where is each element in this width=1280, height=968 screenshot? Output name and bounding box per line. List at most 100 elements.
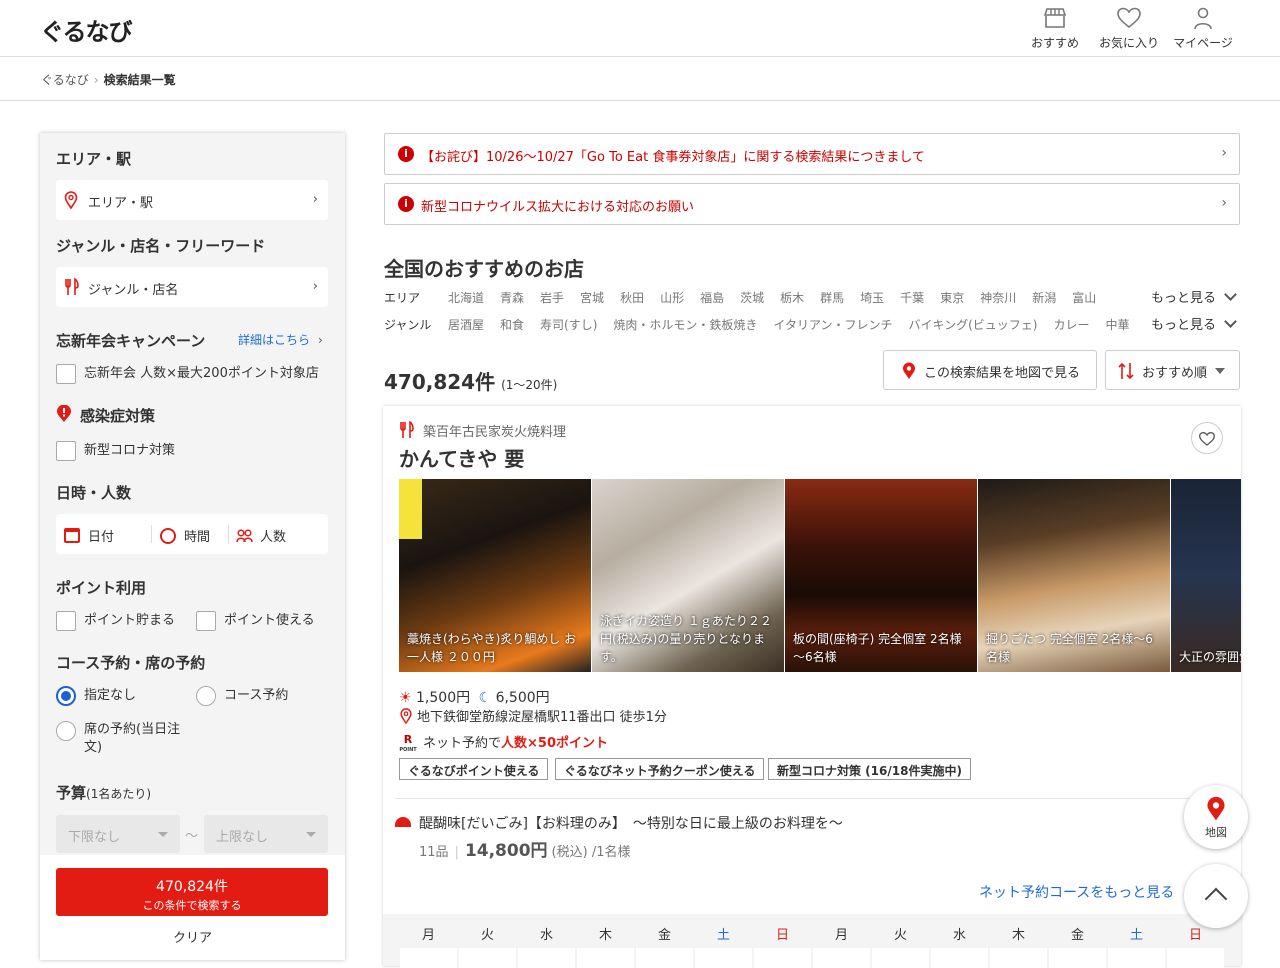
area-link[interactable]: 福島: [700, 289, 724, 306]
calendar-cell[interactable]: [1049, 948, 1106, 968]
area-link[interactable]: 神奈川: [980, 289, 1016, 306]
area-link[interactable]: 山形: [660, 289, 684, 306]
area-more-label: もっと見る: [1151, 291, 1217, 306]
calendar-cell[interactable]: [1108, 948, 1165, 968]
genre-link[interactable]: イタリアン・フレンチ: [773, 316, 892, 333]
search-submit-button[interactable]: 470,824件 この条件で検索する: [56, 868, 328, 916]
point-badge-label: POINT: [399, 747, 417, 753]
breadcrumb-home[interactable]: ぐるなび: [41, 73, 89, 87]
date-button[interactable]: 日付: [64, 526, 114, 545]
shop-name[interactable]: かんてきや 要: [399, 443, 524, 472]
calendar-cell[interactable]: [931, 948, 988, 968]
shop-photo[interactable]: 藁焼き(わらやき)炙り鯛めし お一人様 ２００円: [399, 479, 591, 672]
calendar-cell[interactable]: [695, 948, 752, 968]
reserve-seat-radio[interactable]: 席の予約(当日注文): [56, 721, 194, 757]
area-link[interactable]: 岩手: [540, 289, 564, 306]
infection-heading: 感染症対策: [56, 404, 155, 426]
photo-caption: 泳ぎイカ姿造り １ｇあたり２２円(税込み)の量り売りとなります。: [600, 614, 772, 664]
shop-photo-strip[interactable]: 藁焼き(わらやき)炙り鯛めし お一人様 ２００円 泳ぎイカ姿造り １ｇあたり２２…: [399, 479, 1241, 672]
points-use-checkbox[interactable]: ポイント使える: [196, 609, 315, 631]
clear-button[interactable]: クリア: [40, 927, 345, 946]
genre-select-button[interactable]: ジャンル・店名 ›: [56, 267, 328, 307]
calendar-cell[interactable]: [754, 948, 811, 968]
store-icon: [1043, 8, 1067, 28]
reserve-heading: コース予約・席の予約: [56, 654, 206, 672]
area-link[interactable]: 北海道: [448, 289, 484, 306]
people-button[interactable]: 人数: [236, 526, 286, 545]
nav-mypage[interactable]: マイページ: [1166, 6, 1240, 51]
site-logo[interactable]: ぐるなび: [40, 12, 133, 47]
calendar-cell[interactable]: [459, 948, 516, 968]
genre-link[interactable]: 和食: [500, 316, 524, 333]
photo-caption: 板の間(座椅子) 完全個室 2名様～6名様: [793, 632, 962, 664]
rakuten-point-badge: R POINT: [399, 733, 417, 754]
campaign-checkbox[interactable]: 忘新年会 人数×最大200ポイント対象店: [56, 362, 319, 384]
favorite-button[interactable]: [1191, 422, 1223, 454]
course-item[interactable]: 醍醐味[だいごみ]【お料理のみ】 ～特別な日に最上級のお料理を～: [395, 798, 1225, 833]
campaign-details-link[interactable]: 詳細はこちら ›: [238, 331, 323, 348]
calendar-day-label: 月: [421, 928, 435, 943]
calendar-cell[interactable]: [518, 948, 575, 968]
location-pin-icon: [399, 708, 413, 728]
reserve-none-radio[interactable]: 指定なし: [56, 684, 136, 706]
area-more-button[interactable]: もっと見る: [1151, 287, 1237, 306]
genre-link[interactable]: 中華: [1106, 316, 1130, 333]
calendar-cell[interactable]: [400, 948, 457, 968]
nav-recommend[interactable]: おすすめ: [1018, 6, 1092, 51]
area-link[interactable]: 埼玉: [860, 289, 884, 306]
shop-photo[interactable]: 泳ぎイカ姿造り １ｇあたり２２円(税込み)の量り売りとなります。: [592, 479, 784, 672]
calendar-cell[interactable]: [636, 948, 693, 968]
area-link[interactable]: 栃木: [780, 289, 804, 306]
area-link[interactable]: 富山: [1072, 289, 1096, 306]
checkbox-box: [56, 610, 76, 631]
shop-photo[interactable]: 板の間(座椅子) 完全個室 2名様～6名様: [785, 479, 977, 672]
budget-max-select[interactable]: 上限なし: [204, 815, 328, 853]
sort-select[interactable]: おすすめ順: [1105, 350, 1240, 390]
area-select-button[interactable]: エリア・駅 ›: [56, 180, 328, 220]
genre-more-button[interactable]: もっと見る: [1151, 314, 1237, 333]
calendar-cell[interactable]: [1167, 948, 1224, 968]
notice-covid[interactable]: i 新型コロナウイルス拡大における対応のお願い ›: [384, 183, 1240, 225]
points-save-checkbox[interactable]: ポイント貯まる: [56, 609, 175, 631]
fork-knife-icon: [399, 420, 415, 443]
shop-photo[interactable]: 掘りごたつ 完全個室 2名様～6名様: [978, 479, 1170, 672]
covid-checkbox[interactable]: 新型コロナ対策: [56, 439, 175, 461]
map-fab-button[interactable]: 地図: [1184, 785, 1248, 849]
area-link[interactable]: 群馬: [820, 289, 844, 306]
checkbox-box: [56, 440, 76, 461]
notice-goto-eat[interactable]: i 【お詫び】10/26〜10/27「Go To Eat 食事券対象店」に関する…: [384, 133, 1240, 175]
calendar-cell[interactable]: [813, 948, 870, 968]
people-icon: [236, 529, 253, 543]
radio-circle: [196, 685, 216, 706]
moon-icon: ☾: [478, 690, 492, 706]
calendar-cell[interactable]: [872, 948, 929, 968]
time-button[interactable]: 時間: [160, 526, 210, 545]
area-link[interactable]: 茨城: [740, 289, 764, 306]
calendar-day-label: 水: [539, 928, 553, 943]
nav-favorites-label: お気に入り: [1098, 36, 1159, 50]
shop-photo[interactable]: 大正の雰囲気の一軒家: [1171, 479, 1241, 672]
area-link[interactable]: 新潟: [1032, 289, 1056, 306]
area-link[interactable]: 東京: [940, 289, 964, 306]
calendar-cell[interactable]: [990, 948, 1047, 968]
chevron-down-icon: [1224, 315, 1237, 328]
genre-link[interactable]: 寿司(すし): [540, 316, 597, 333]
back-to-top-button[interactable]: [1184, 864, 1248, 928]
reserve-course-radio[interactable]: コース予約: [196, 684, 288, 706]
view-on-map-button[interactable]: この検索結果を地図で見る: [883, 350, 1097, 390]
tag-points: ぐるなびポイント使える: [399, 758, 549, 780]
calendar-cell[interactable]: [577, 948, 634, 968]
genre-link[interactable]: バイキング(ビュッフェ): [908, 316, 1037, 333]
area-link[interactable]: 宮城: [580, 289, 604, 306]
budget-min-select[interactable]: 下限なし: [56, 815, 180, 853]
nav-favorites[interactable]: お気に入り: [1092, 6, 1166, 51]
search-sidebar: エリア・駅 エリア・駅 › ジャンル・店名・フリーワード ジャンル・店名 › 忘…: [40, 133, 345, 960]
area-link[interactable]: 秋田: [620, 289, 644, 306]
genre-link[interactable]: カレー: [1053, 316, 1089, 333]
more-courses-link[interactable]: ネット予約コースをもっと見る: [979, 882, 1174, 902]
genre-link[interactable]: 焼肉・ホルモン・鉄板焼き: [613, 316, 757, 333]
genre-link[interactable]: 居酒屋: [448, 316, 484, 333]
area-link[interactable]: 青森: [500, 289, 524, 306]
budget-heading-label: 予算: [56, 784, 87, 802]
area-link[interactable]: 千葉: [900, 289, 924, 306]
